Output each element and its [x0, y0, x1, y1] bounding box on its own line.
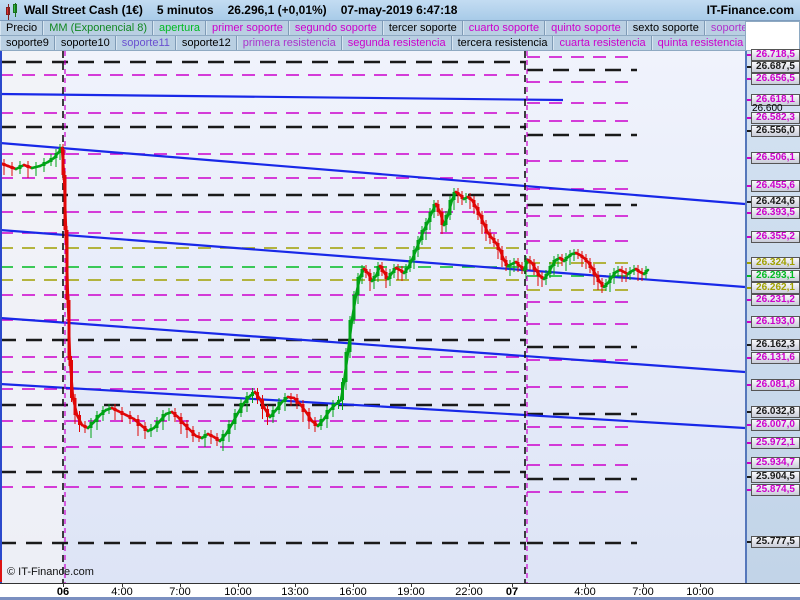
- quote-datetime: 07-may-2019 6:47:18: [340, 3, 458, 17]
- legend-item-soporte11[interactable]: soporte11: [115, 36, 176, 50]
- price-level-label: 26.355,2: [751, 231, 800, 243]
- legend-item-primera-resistencia[interactable]: primera resistencia: [236, 36, 342, 50]
- price-level-label: 26.324,1: [751, 257, 800, 269]
- price-level-label: 26.393,5: [751, 207, 800, 219]
- price-level-label: 26.007,0: [751, 419, 800, 431]
- price-level-label: 25.972,1: [751, 437, 800, 449]
- brand-logo: IT-Finance.com: [706, 3, 794, 17]
- legend-item-soporte10[interactable]: soporte10: [54, 36, 116, 50]
- timeframe-label: 5 minutos: [156, 3, 214, 17]
- legend-item-sexto-soporte[interactable]: sexto soporte: [626, 21, 705, 35]
- legend-item-segunda-resistencia[interactable]: segunda resistencia: [341, 36, 452, 50]
- legend-item-quinto-soporte[interactable]: quinto soporte: [545, 21, 627, 35]
- price-level-label: 25.934,7: [751, 457, 800, 469]
- price-level-label: 25.904,5: [751, 471, 800, 483]
- legend-item-tercer-soporte[interactable]: tercer soporte: [382, 21, 463, 35]
- legend-item-soporte12[interactable]: soporte12: [175, 36, 237, 50]
- price-level-label: 26.231,2: [751, 294, 800, 306]
- price-scale-label: 26.600: [752, 103, 783, 114]
- trading-app-window: Wall Street Cash (1€) 5 minutos 26.296,1…: [0, 0, 800, 600]
- legend-item-tercera-resistencia[interactable]: tercera resistencia: [451, 36, 554, 50]
- last-price: 26.296,1: [227, 3, 275, 17]
- legend-item-primer-soporte[interactable]: primer soporte: [206, 21, 289, 35]
- price-level-label: 26.506,1: [751, 152, 800, 164]
- price-level-label: 26.455,6: [751, 180, 800, 192]
- legend-item-soporte9[interactable]: soporte9: [0, 36, 55, 50]
- price-level-label: 26.262,1: [751, 282, 800, 294]
- legend-item-precio[interactable]: Precio: [0, 21, 44, 35]
- price-level-label: 26.193,0: [751, 316, 800, 328]
- plot-left-border: [0, 51, 2, 583]
- price-level-label: 26.032,8: [751, 406, 800, 418]
- price-level-label: 26.718,5: [751, 49, 800, 61]
- axis-corner-box: [745, 21, 800, 51]
- legend-row-1: Precio MM (Exponencial 8) apertura primer s…: [0, 21, 745, 36]
- price-level-label: 25.874,5: [751, 484, 800, 496]
- price-level-label: 26.687,5: [751, 61, 800, 73]
- legend-item-segundo-soporte[interactable]: segundo soporte: [288, 21, 383, 35]
- price-level-label: 26.081,8: [751, 379, 800, 391]
- legend-item-quinta-resistencia[interactable]: quinta resistencia: [651, 36, 745, 50]
- legend-item-mm-exponencial-8-[interactable]: MM (Exponencial 8): [43, 21, 154, 35]
- price-axis[interactable]: 26.718,5 26.687,5 26.656,5 26.618,1 26.582,3…: [745, 49, 800, 583]
- watermark: © IT-Finance.com: [7, 566, 94, 578]
- price-level-label: 26.293,1: [751, 270, 800, 282]
- price-level-label: 26.162,3: [751, 339, 800, 351]
- legend-item-soporte-7[interactable]: soporte 7: [704, 21, 745, 35]
- legend-item-cuarta-resistencia[interactable]: cuarta resistencia: [553, 36, 652, 50]
- chart-plot-area[interactable]: © IT-Finance.com: [0, 51, 745, 583]
- instrument-name: Wall Street Cash (1€): [24, 3, 143, 17]
- plot-background: [0, 51, 745, 583]
- price-level-label: 26.131,6: [751, 352, 800, 364]
- legend-item-cuarto-soporte[interactable]: cuarto soporte: [462, 21, 546, 35]
- title-bar: Wall Street Cash (1€) 5 minutos 26.296,1…: [0, 0, 800, 21]
- price-level-label: 26.556,0: [751, 125, 800, 137]
- price-chart[interactable]: [0, 51, 745, 583]
- candlestick-icon: [4, 2, 20, 20]
- scroll-marker: [0, 560, 2, 582]
- price-level-label: 26.656,5: [751, 73, 800, 85]
- legend-item-apertura[interactable]: apertura: [153, 21, 206, 35]
- price-change: (+0,01%): [277, 3, 327, 17]
- previous-day-background: [0, 51, 63, 583]
- price-level-label: 25.777,5: [751, 536, 800, 548]
- legend-row-2: soporte9 soporte10 soporte11 soporte12 prime…: [0, 36, 745, 51]
